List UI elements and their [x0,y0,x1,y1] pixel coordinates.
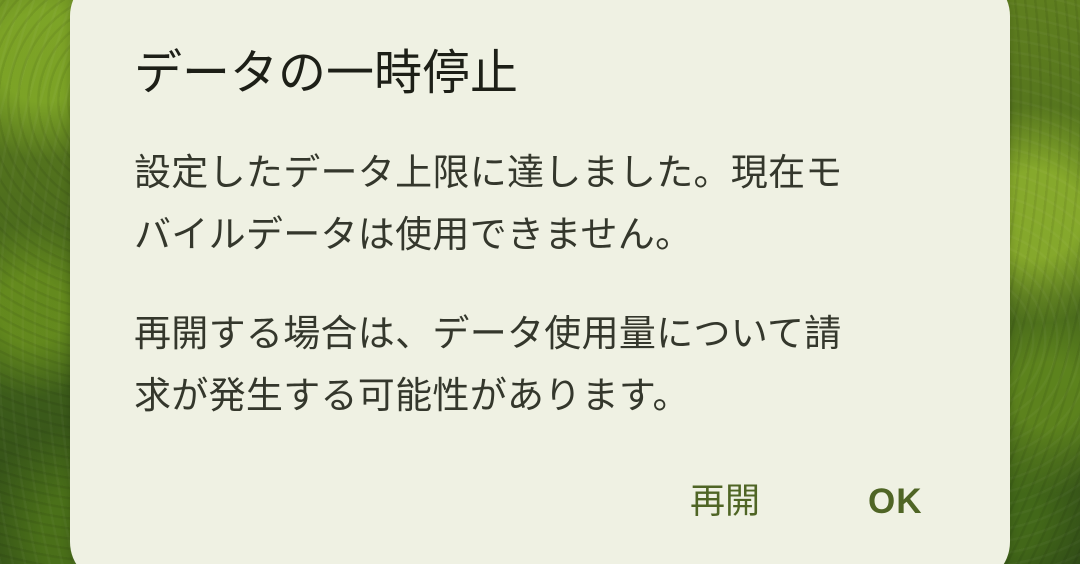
resume-button[interactable]: 再開 [690,473,760,531]
data-limit-message: 設定したデータ上限に達しました。現在モ バイルデータは使用できません。 [134,142,954,266]
dialog-title: データの一時停止 [134,45,519,101]
data-limit-message-line-2: バイルデータは使用できません。 [134,213,693,256]
data-limit-message-line-1: 設定したデータ上限に達しました。現在モ [134,151,843,194]
charges-warning-line-1: 再開する場合は、データ使用量について請 [134,312,842,355]
charges-warning-message: 再開する場合は、データ使用量について請 求が発生する可能性があります。 [134,303,954,427]
data-paused-dialog: データの一時停止 設定したデータ上限に達しました。現在モ バイルデータは使用でき… [70,0,1010,564]
charges-warning-line-2: 求が発生する可能性があります。 [134,374,690,417]
ok-button[interactable]: OK [868,473,923,531]
